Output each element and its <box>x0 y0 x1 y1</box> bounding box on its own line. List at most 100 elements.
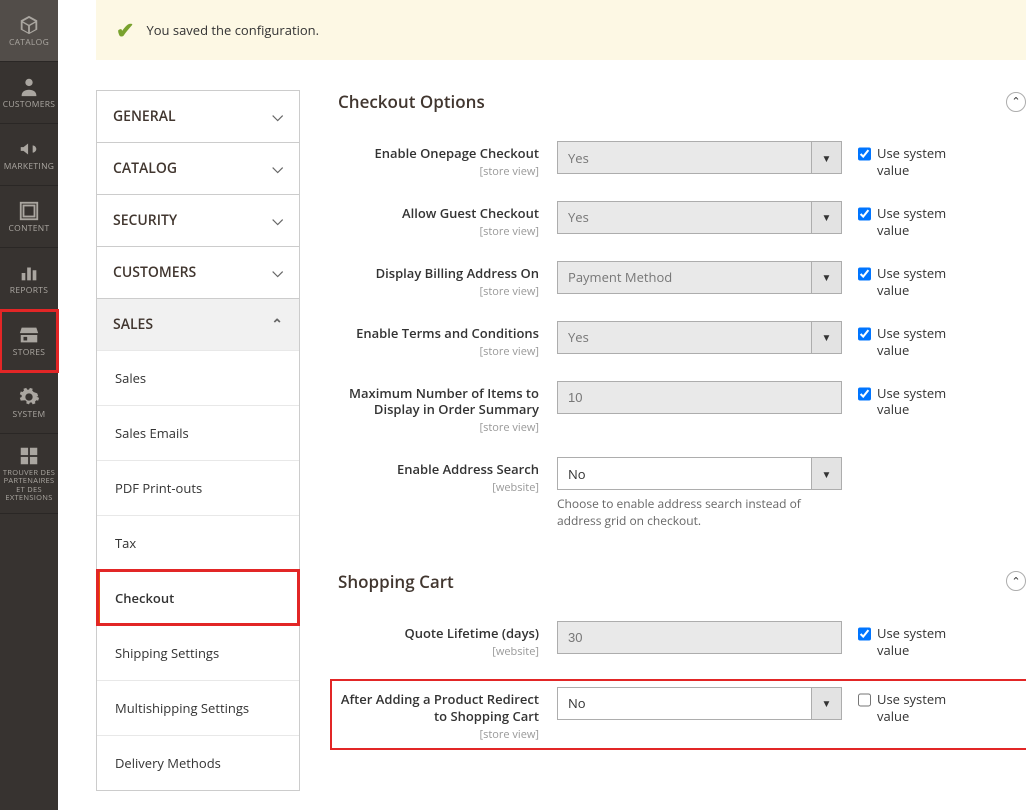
field-scope: [store view] <box>338 344 539 359</box>
row-max-items: Maximum Number of Items to Display in Or… <box>338 381 1026 436</box>
chevron-down-icon: ▼ <box>811 688 841 719</box>
chevron-down-icon: ⌵ <box>272 159 283 178</box>
checkbox-use-system-onepage[interactable] <box>858 147 871 161</box>
field-note: Choose to enable address search instead … <box>557 496 842 530</box>
select-redirect-after-add[interactable]: No ▼ <box>557 687 842 720</box>
use-system-label: Use system value <box>877 205 972 239</box>
checkbox-use-system-redirect[interactable] <box>858 693 871 707</box>
config-section-sales: SALES ⌃ Sales Sales Emails PDF Print-out… <box>96 298 300 791</box>
success-message: ✔ You saved the configuration. <box>96 0 1026 60</box>
field-scope: [store view] <box>338 164 539 179</box>
collapse-icon[interactable]: ⌃ <box>1006 571 1026 591</box>
row-allow-guest: Allow Guest Checkout [store view] Yes ▼ … <box>338 201 1026 239</box>
config-subitems-sales: Sales Sales Emails PDF Print-outs Tax Ch… <box>97 350 299 790</box>
field-label: Display Billing Address On <box>338 265 539 282</box>
checkbox-use-system-billing[interactable] <box>858 267 871 281</box>
row-enable-onepage: Enable Onepage Checkout [store view] Yes… <box>338 141 1026 179</box>
config-header-catalog[interactable]: CATALOG ⌵ <box>97 143 299 194</box>
layout-icon <box>18 200 40 222</box>
use-system-label: Use system value <box>877 265 972 299</box>
row-redirect-after-add: After Adding a Product Redirect to Shopp… <box>332 681 1026 748</box>
config-section-general: GENERAL ⌵ <box>96 90 300 142</box>
config-header-security[interactable]: SECURITY ⌵ <box>97 195 299 246</box>
storefront-icon <box>18 324 40 346</box>
subitem-tax[interactable]: Tax <box>97 515 299 570</box>
field-label: Enable Onepage Checkout <box>338 145 539 162</box>
section-title: Shopping Cart <box>338 570 454 593</box>
section-title: Checkout Options <box>338 90 485 113</box>
checkbox-use-system-maxitems[interactable] <box>858 387 871 401</box>
chevron-down-icon: ⌵ <box>272 107 283 126</box>
nav-system[interactable]: SYSTEM <box>0 372 58 434</box>
field-label: Enable Address Search <box>338 461 539 478</box>
checkbox-use-system-quote[interactable] <box>858 627 871 641</box>
field-scope: [website] <box>338 480 539 495</box>
subitem-delivery-methods[interactable]: Delivery Methods <box>97 735 299 790</box>
subitem-shipping-settings[interactable]: Shipping Settings <box>97 625 299 680</box>
person-icon <box>18 76 40 98</box>
nav-reports[interactable]: REPORTS <box>0 248 58 310</box>
row-enable-addr-search: Enable Address Search [website] No ▼ Cho… <box>338 457 1026 530</box>
field-scope: [store view] <box>338 727 539 742</box>
section-header-checkout-options[interactable]: Checkout Options ⌃ <box>338 90 1026 113</box>
select-allow-guest: Yes ▼ <box>557 201 842 234</box>
chevron-down-icon: ▼ <box>811 458 841 489</box>
config-section-catalog: CATALOG ⌵ <box>96 142 300 194</box>
bullhorn-icon <box>18 138 40 160</box>
nav-partners[interactable]: TROUVER DES PARTENAIRES ET DES EXTENSION… <box>0 434 58 514</box>
config-header-customers[interactable]: CUSTOMERS ⌵ <box>97 247 299 298</box>
nav-content[interactable]: CONTENT <box>0 186 58 248</box>
blocks-icon <box>18 445 40 467</box>
field-label: Enable Terms and Conditions <box>338 325 539 342</box>
config-header-general[interactable]: GENERAL ⌵ <box>97 91 299 142</box>
input-quote-lifetime <box>557 621 842 654</box>
select-enable-terms: Yes ▼ <box>557 321 842 354</box>
subitem-checkout[interactable]: Checkout <box>97 570 299 625</box>
check-icon: ✔ <box>116 15 134 45</box>
row-quote-lifetime: Quote Lifetime (days) [website] Use syst… <box>338 621 1026 659</box>
chevron-up-icon: ⌃ <box>271 315 283 334</box>
field-label: Quote Lifetime (days) <box>338 625 539 642</box>
admin-sidebar: CATALOG CUSTOMERS MARKETING CONTENT REPO… <box>0 0 58 810</box>
barchart-icon <box>18 262 40 284</box>
use-system-label: Use system value <box>877 385 972 419</box>
success-text: You saved the configuration. <box>146 21 319 39</box>
subitem-sales[interactable]: Sales <box>97 350 299 405</box>
chevron-down-icon: ⌵ <box>272 263 283 282</box>
row-display-billing: Display Billing Address On [store view] … <box>338 261 1026 299</box>
nav-marketing[interactable]: MARKETING <box>0 124 58 186</box>
config-section-security: SECURITY ⌵ <box>96 194 300 246</box>
field-scope: [store view] <box>338 284 539 299</box>
chevron-down-icon: ▼ <box>811 262 841 293</box>
nav-stores[interactable]: STORES <box>0 310 58 372</box>
config-header-sales[interactable]: SALES ⌃ <box>97 299 299 350</box>
field-scope: [store view] <box>338 224 539 239</box>
use-system-label: Use system value <box>877 325 972 359</box>
subitem-pdf-printouts[interactable]: PDF Print-outs <box>97 460 299 515</box>
use-system-label: Use system value <box>877 625 972 659</box>
select-enable-addr-search[interactable]: No ▼ <box>557 457 842 490</box>
use-system-label: Use system value <box>877 691 972 725</box>
config-body: Checkout Options ⌃ Enable Onepage Checko… <box>300 90 1026 791</box>
row-enable-terms: Enable Terms and Conditions [store view]… <box>338 321 1026 359</box>
field-label: Maximum Number of Items to Display in Or… <box>338 385 539 419</box>
field-scope: [store view] <box>338 420 539 435</box>
collapse-icon[interactable]: ⌃ <box>1006 92 1026 112</box>
use-system-label: Use system value <box>877 145 972 179</box>
gear-icon <box>18 386 40 408</box>
nav-customers[interactable]: CUSTOMERS <box>0 62 58 124</box>
subitem-sales-emails[interactable]: Sales Emails <box>97 405 299 460</box>
config-section-customers: CUSTOMERS ⌵ <box>96 246 300 298</box>
subitem-multishipping[interactable]: Multishipping Settings <box>97 680 299 735</box>
chevron-down-icon: ▼ <box>811 322 841 353</box>
field-scope: [website] <box>338 644 539 659</box>
main-content: ✔ You saved the configuration. GENERAL ⌵… <box>58 0 1026 791</box>
select-enable-onepage: Yes ▼ <box>557 141 842 174</box>
checkbox-use-system-guest[interactable] <box>858 207 871 221</box>
checkbox-use-system-terms[interactable] <box>858 327 871 341</box>
nav-catalog[interactable]: CATALOG <box>0 0 58 62</box>
field-label: After Adding a Product Redirect to Shopp… <box>338 691 539 725</box>
chevron-down-icon: ⌵ <box>272 211 283 230</box>
chevron-down-icon: ▼ <box>811 202 841 233</box>
section-header-shopping-cart[interactable]: Shopping Cart ⌃ <box>338 570 1026 593</box>
